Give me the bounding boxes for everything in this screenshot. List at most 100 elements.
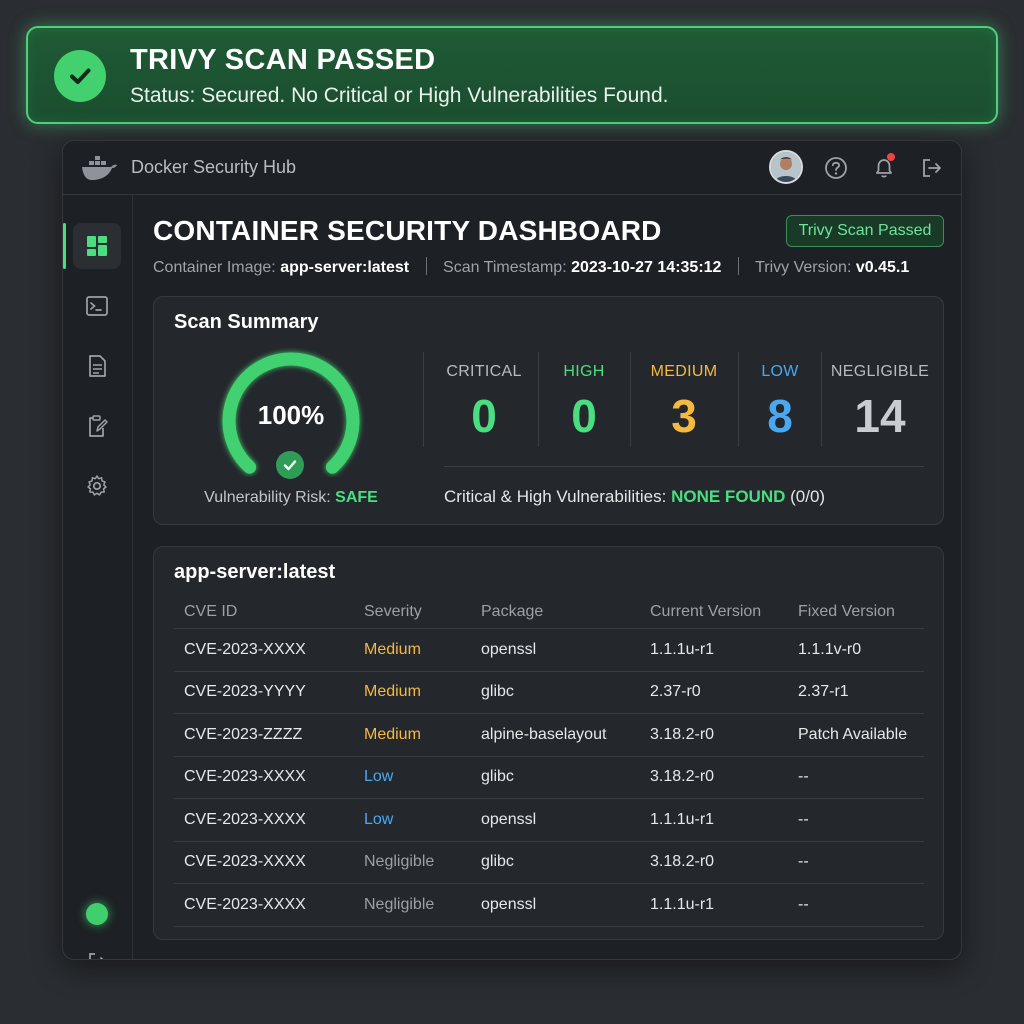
current-version-cell: 1.1.1u-r1 xyxy=(650,640,715,658)
app-title: Docker Security Hub xyxy=(131,157,297,177)
scan-passed-banner: TRIVY SCAN PASSED Status: Secured. No Cr… xyxy=(26,26,998,124)
fixed-version-cell: -- xyxy=(798,810,809,828)
cve-id-cell: CVE-2023-XXXX xyxy=(184,640,306,658)
image-label: Container Image: xyxy=(153,259,276,276)
scan-meta: Container Image: app-server:latest Scan … xyxy=(153,257,909,277)
severity-count: 14 xyxy=(854,390,906,442)
severity-medium: MEDIUM 3 xyxy=(640,363,728,443)
severity-label: HIGH xyxy=(563,363,605,380)
notification-dot xyxy=(887,153,895,161)
help-icon[interactable] xyxy=(823,155,849,181)
severity-cell: Medium xyxy=(364,683,421,701)
severity-critical: CRITICAL 0 xyxy=(444,363,524,443)
column-header[interactable]: Severity xyxy=(364,595,422,628)
package-cell: openssl xyxy=(481,640,537,658)
table-row[interactable]: CVE-2023-XXXX Low glibc 3.18.2-r0 -- xyxy=(174,757,924,799)
cve-id-cell: CVE-2023-XXXX xyxy=(184,810,306,828)
status-badge: Trivy Scan Passed xyxy=(786,215,944,247)
package-cell: alpine-baselayout xyxy=(481,725,607,743)
severity-label: MEDIUM xyxy=(650,363,718,380)
sidebar-item-reports[interactable] xyxy=(73,343,121,389)
avatar[interactable] xyxy=(769,150,803,184)
timestamp-value: 2023-10-27 14:35:12 xyxy=(571,259,722,276)
table-row[interactable]: CVE-2023-YYYY Medium glibc 2.37-r0 2.37-r1 xyxy=(174,672,924,714)
table-header: CVE ID Severity Package Current Version … xyxy=(174,595,924,629)
current-version-cell: 1.1.1u-r1 xyxy=(650,895,715,913)
document-icon xyxy=(89,355,106,377)
severity-negligible: NEGLIGIBLE 14 xyxy=(828,363,932,443)
fixed-version-cell: -- xyxy=(798,895,809,913)
image-value: app-server:latest xyxy=(280,259,410,276)
logout-icon xyxy=(89,953,104,959)
gear-icon xyxy=(87,475,107,496)
column-header[interactable]: Fixed Version xyxy=(798,595,895,628)
terminal-icon xyxy=(86,296,108,316)
severity-high: HIGH 0 xyxy=(548,363,620,443)
current-version-cell: 3.18.2-r0 xyxy=(650,768,715,786)
fixed-version-cell: -- xyxy=(798,853,809,871)
risk-label: Vulnerability Risk: xyxy=(204,489,331,506)
table-row[interactable]: CVE-2023-ZZZZ Medium alpine-baselayout 3.18… xyxy=(174,714,924,757)
current-version-cell: 2.37-r0 xyxy=(650,683,701,701)
sidebar-item-policies[interactable] xyxy=(73,403,121,449)
crit-count: (0/0) xyxy=(790,487,826,506)
cve-id-cell: CVE-2023-XXXX xyxy=(184,895,306,913)
banner-title: TRIVY SCAN PASSED xyxy=(130,44,436,76)
sidebar xyxy=(63,195,133,959)
gauge-percent: 100% xyxy=(257,400,325,430)
title-bar: Docker Security Hub xyxy=(63,141,961,195)
severity-label: LOW xyxy=(761,363,799,380)
table-row[interactable]: CVE-2023-XXXX Low openssl 1.1.1u-r1 -- xyxy=(174,799,924,842)
sidebar-item-terminal[interactable] xyxy=(73,283,121,329)
risk-value: SAFE xyxy=(335,489,378,506)
docker-whale-icon xyxy=(79,153,119,188)
crit-label: Critical & High Vulnerabilities: xyxy=(444,487,667,506)
fixed-version-cell: 1.1.1v-r0 xyxy=(798,640,862,658)
active-indicator xyxy=(63,223,66,269)
check-icon xyxy=(276,451,304,479)
severity-count: 3 xyxy=(671,390,697,442)
current-version-cell: 3.18.2-r0 xyxy=(650,853,715,871)
current-version-cell: 1.1.1u-r1 xyxy=(650,810,715,828)
cve-id-cell: CVE-2023-XXXX xyxy=(184,768,306,786)
fixed-version-cell: -- xyxy=(798,768,809,786)
table-row[interactable]: CVE-2023-XXXX Negligible glibc 3.18.2-r0 -- xyxy=(174,842,924,884)
column-header[interactable]: CVE ID xyxy=(184,595,237,628)
banner-subtitle: Status: Secured. No Critical or High Vul… xyxy=(130,84,669,107)
logout-icon[interactable] xyxy=(918,155,944,181)
timestamp-label: Scan Timestamp: xyxy=(443,259,567,276)
app-window: Docker Security Hub CONTAINER SECURITY D… xyxy=(62,140,962,960)
severity-cell: Negligible xyxy=(364,853,435,871)
sidebar-item-settings[interactable] xyxy=(73,463,121,509)
sidebar-logout[interactable] xyxy=(73,939,121,959)
sidebar-item-dashboard[interactable] xyxy=(73,223,121,269)
severity-count: 8 xyxy=(767,390,793,442)
column-header[interactable]: Package xyxy=(481,595,543,628)
severity-cell: Low xyxy=(364,810,394,828)
column-header[interactable]: Current Version xyxy=(650,595,761,628)
severity-count: 0 xyxy=(571,390,597,442)
severity-cell: Low xyxy=(364,768,394,786)
cve-id-cell: CVE-2023-XXXX xyxy=(184,853,306,871)
scan-summary-card: Scan Summary 100% Vulnerability Risk: SA… xyxy=(153,296,944,525)
fixed-version-cell: Patch Available xyxy=(798,725,908,743)
check-circle-icon xyxy=(54,50,106,102)
table-title: app-server:latest xyxy=(174,561,336,583)
package-cell: glibc xyxy=(481,768,514,786)
table-row[interactable]: CVE-2023-XXXX Medium openssl 1.1.1u-r1 1.1.1… xyxy=(174,629,924,672)
page-title: CONTAINER SECURITY DASHBOARD xyxy=(153,215,662,246)
package-cell: glibc xyxy=(481,683,514,701)
critical-high-summary: Critical & High Vulnerabilities: NONE FO… xyxy=(444,487,825,507)
severity-cell: Negligible xyxy=(364,895,435,913)
clipboard-edit-icon xyxy=(89,415,108,437)
version-label: Trivy Version: xyxy=(755,259,852,276)
crit-value: NONE FOUND xyxy=(671,487,786,506)
severity-count: 0 xyxy=(471,390,497,442)
table-row[interactable]: CVE-2023-XXXX Negligible openssl 1.1.1u-r1 -… xyxy=(174,884,924,927)
risk-status: Vulnerability Risk: SAFE xyxy=(184,489,398,507)
cve-id-cell: CVE-2023-ZZZZ xyxy=(184,725,303,743)
cve-id-cell: CVE-2023-YYYY xyxy=(184,683,306,701)
vulnerability-table-card: app-server:latest CVE ID Severity Packag… xyxy=(153,546,944,940)
vulnerability-table: CVE ID Severity Package Current Version … xyxy=(174,595,924,927)
fixed-version-cell: 2.37-r1 xyxy=(798,683,849,701)
